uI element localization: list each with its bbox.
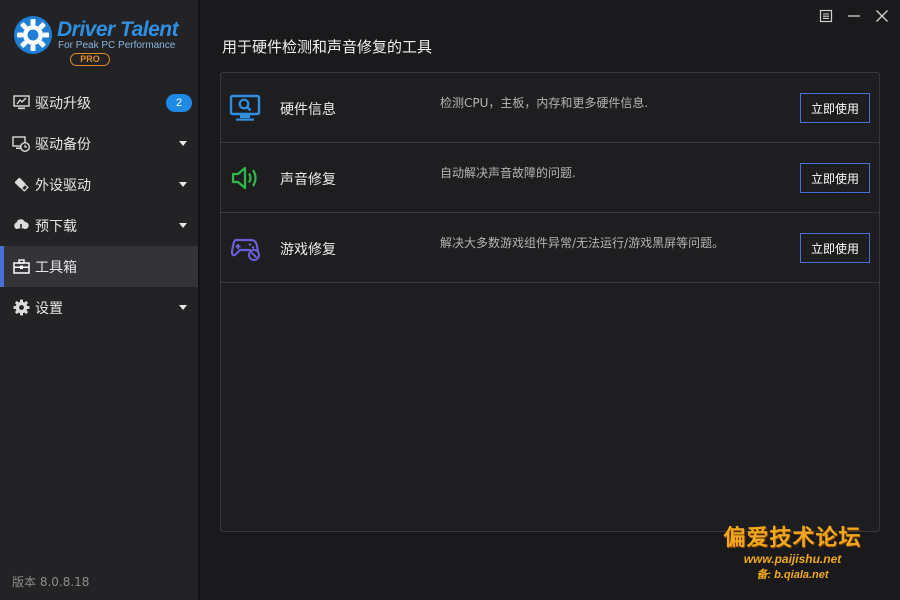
sidebar-item-label: 工具箱: [35, 259, 77, 276]
watermark-url: www.paijishu.net: [743, 552, 842, 566]
tool-description: 解决大多数游戏组件异常/无法运行/游戏黑屏等问题。: [440, 236, 725, 250]
tool-row-hardware-info: 硬件信息 检测CPU，主板，内存和更多硬件信息. 立即使用: [221, 73, 879, 143]
chevron-down-icon[interactable]: [179, 182, 187, 187]
backup-clock-icon: [12, 135, 30, 153]
edition-badge: PRO: [70, 53, 110, 66]
gear-logo-icon: [14, 16, 52, 54]
cloud-download-icon: [12, 217, 30, 235]
tool-name: 声音修复: [280, 172, 336, 188]
sidebar-item-label: 驱动升级: [35, 95, 91, 112]
close-icon[interactable]: [872, 6, 892, 26]
tool-name: 硬件信息: [280, 102, 336, 118]
sidebar-item-pre-download[interactable]: 预下载: [0, 205, 198, 246]
chevron-down-icon[interactable]: [179, 141, 187, 146]
sidebar-item-driver-backup[interactable]: 驱动备份: [0, 123, 198, 164]
sidebar-item-label: 设置: [35, 300, 63, 317]
gear-icon: [12, 299, 30, 317]
gamepad-icon: [229, 233, 261, 263]
update-count-badge: 2: [166, 94, 192, 112]
use-now-button[interactable]: 立即使用: [800, 93, 870, 123]
tool-description: 自动解决声音故障的问题.: [440, 166, 576, 180]
watermark-title: 偏爱技术论坛: [723, 526, 862, 551]
use-now-button[interactable]: 立即使用: [800, 233, 870, 263]
speaker-icon: [229, 163, 261, 193]
tool-row-sound-repair: 声音修复 自动解决声音故障的问题. 立即使用: [221, 143, 879, 213]
sidebar-item-settings[interactable]: 设置: [0, 287, 198, 328]
tool-description: 检测CPU，主板，内存和更多硬件信息.: [440, 96, 649, 110]
hardware-search-icon: [229, 93, 261, 123]
watermark-url-secondary: 备: b.qiala.net: [756, 569, 829, 581]
toolbox-icon: [12, 258, 30, 276]
sidebar-item-label: 外设驱动: [35, 177, 91, 194]
sidebar-item-toolbox[interactable]: 工具箱: [0, 246, 198, 287]
sidebar: Driver Talent For Peak PC Performance PR…: [0, 0, 200, 600]
page-title: 用于硬件检测和声音修复的工具: [222, 38, 433, 56]
version-label: 版本 8.0.8.18: [12, 575, 90, 589]
chevron-down-icon[interactable]: [179, 305, 187, 310]
brand-name: Driver Talent: [57, 18, 179, 41]
usb-device-icon: [12, 176, 30, 194]
sidebar-item-label: 驱动备份: [35, 136, 91, 153]
sidebar-item-label: 预下载: [35, 218, 77, 235]
use-now-button[interactable]: 立即使用: [800, 163, 870, 193]
sidebar-item-peripheral-drivers[interactable]: 外设驱动: [0, 164, 198, 205]
brand-tagline: For Peak PC Performance: [58, 40, 176, 51]
sidebar-nav: 驱动升级 2 驱动备份 外设驱动 预下载 工具箱 设置: [0, 82, 198, 328]
tool-name: 游戏修复: [280, 242, 336, 258]
app-logo: Driver Talent For Peak PC Performance PR…: [12, 12, 192, 68]
window-controls: [816, 6, 892, 26]
watermark: 偏爱技术论坛 www.paijishu.net 备: b.qiala.net: [700, 520, 885, 582]
sidebar-item-driver-upgrade[interactable]: 驱动升级 2: [0, 82, 198, 123]
tools-panel: 硬件信息 检测CPU，主板，内存和更多硬件信息. 立即使用 声音修复 自动解决声…: [220, 72, 880, 532]
chevron-down-icon[interactable]: [179, 223, 187, 228]
monitor-upgrade-icon: [12, 94, 30, 112]
menu-icon[interactable]: [816, 6, 836, 26]
tool-row-game-repair: 游戏修复 解决大多数游戏组件异常/无法运行/游戏黑屏等问题。 立即使用: [221, 213, 879, 283]
minimize-icon[interactable]: [844, 6, 864, 26]
